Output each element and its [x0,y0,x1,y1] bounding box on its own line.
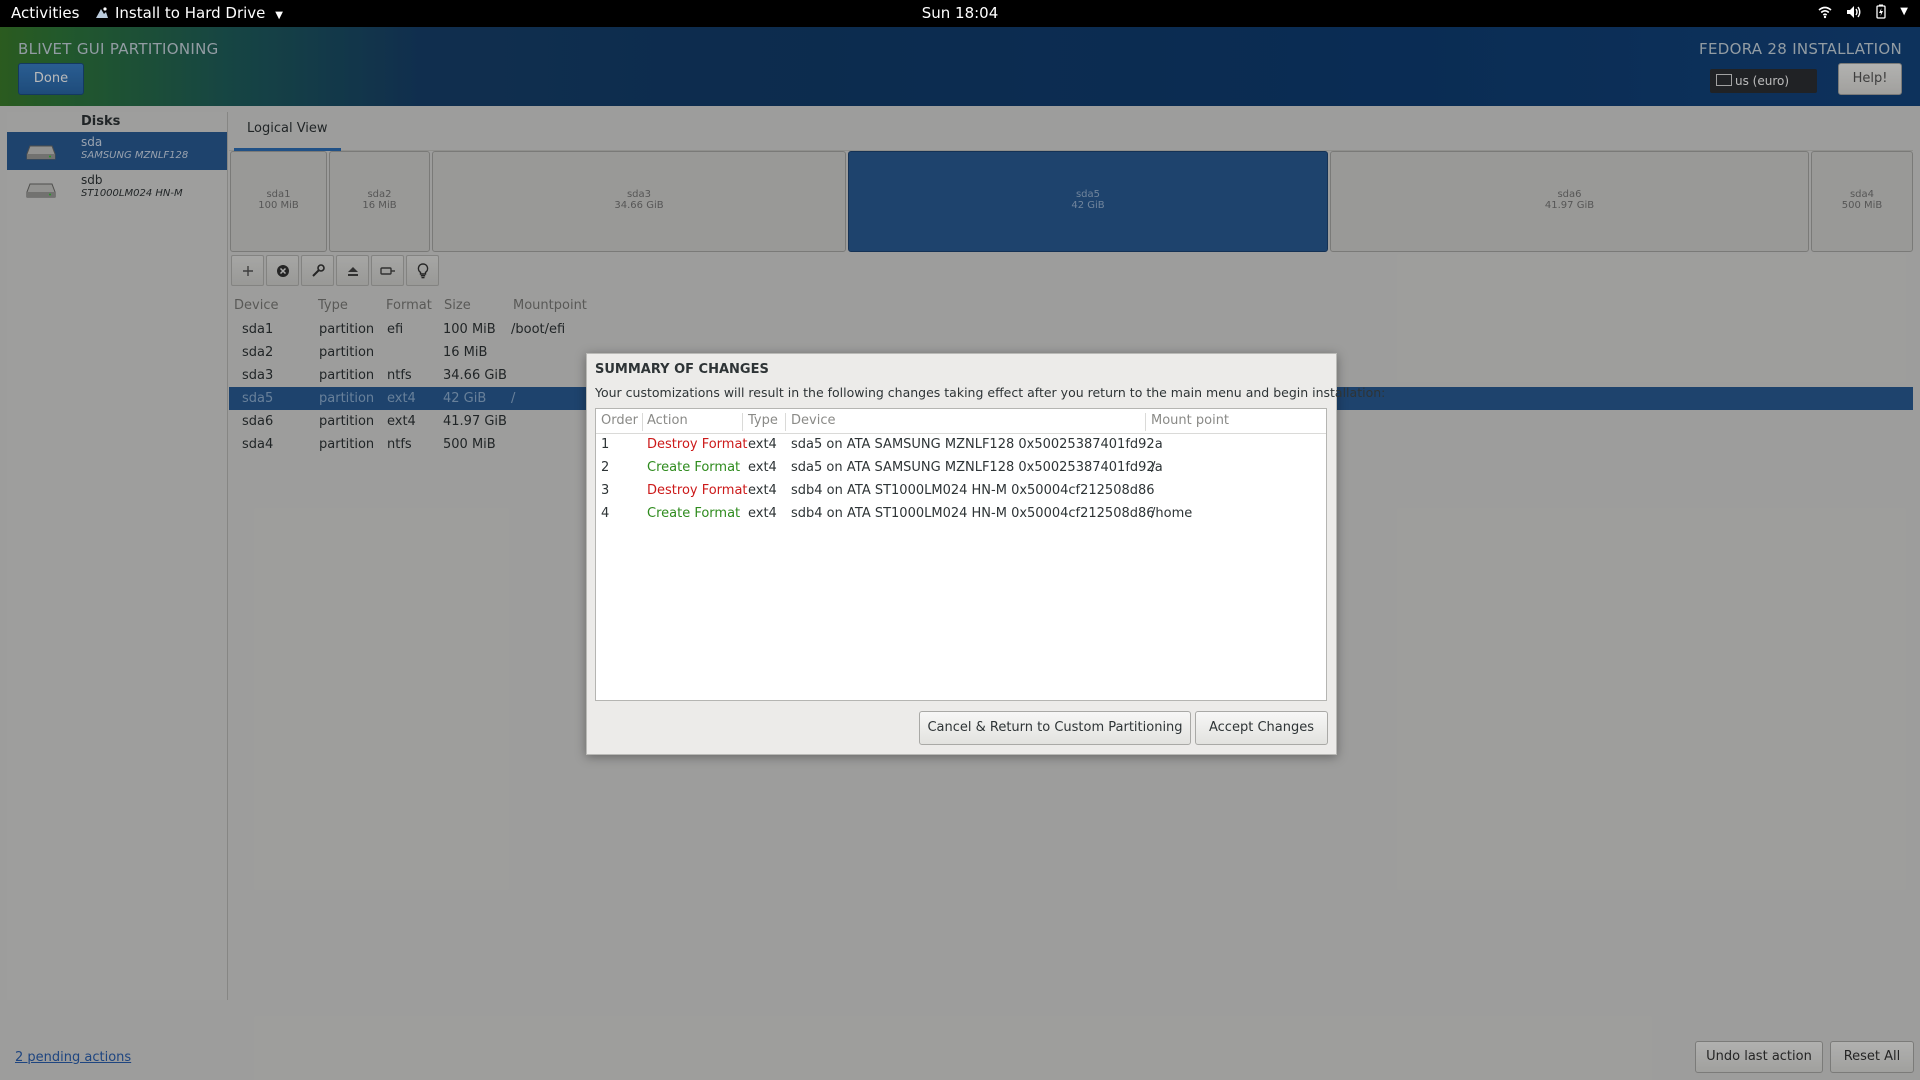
type-cell: ext4 [748,460,777,475]
action-cell: Create Format [647,460,741,475]
wifi-icon [1818,6,1832,18]
mount-point-cell: / [1151,460,1156,475]
app-menu[interactable]: Install to Hard Drive ▼ [95,4,283,22]
app-menu-label: Install to Hard Drive [115,4,266,22]
cancel-return-button[interactable]: Cancel & Return to Custom Partitioning [919,711,1191,745]
device-cell: sda5 on ATA SAMSUNG MZNLF128 0x500253874… [791,460,1163,475]
action-cell: Destroy Format [647,437,748,452]
action-cell: Create Format [647,506,741,521]
volume-icon [1847,5,1861,18]
activities-button[interactable]: Activities [11,4,79,22]
column-header-device[interactable]: Device [786,413,1146,431]
clock-container: Sun 18:04 [0,4,1920,22]
device-cell: sdb4 on ATA ST1000LM024 HN-M 0x50004cf21… [791,483,1155,498]
accept-changes-button[interactable]: Accept Changes [1195,711,1328,745]
installer-icon [96,7,108,18]
chevron-down-icon: ▼ [275,10,283,21]
order-cell: 3 [601,483,610,498]
change-row[interactable]: 2 Create Format ext4 sda5 on ATA SAMSUNG… [596,457,1326,480]
column-header-action[interactable]: Action [642,413,743,431]
battery-icon [1876,4,1886,19]
device-cell: sda5 on ATA SAMSUNG MZNLF128 0x500253874… [791,437,1163,452]
change-row[interactable]: 4 Create Format ext4 sdb4 on ATA ST1000L… [596,503,1326,526]
type-cell: ext4 [748,506,777,521]
clock[interactable]: Sun 18:04 [922,4,999,22]
change-row[interactable]: 1 Destroy Format ext4 sda5 on ATA SAMSUN… [596,434,1326,457]
device-cell: sdb4 on ATA ST1000LM024 HN-M 0x50004cf21… [791,506,1155,521]
changes-table: Order Action Type Device Mount point 1 D… [595,408,1327,701]
order-cell: 2 [601,460,610,475]
order-cell: 4 [601,506,610,521]
change-row[interactable]: 3 Destroy Format ext4 sdb4 on ATA ST1000… [596,480,1326,503]
action-cell: Destroy Format [647,483,748,498]
mount-point-cell: /home [1151,506,1193,521]
system-tray[interactable]: ▼ [1818,4,1908,19]
column-header-mount-point[interactable]: Mount point [1146,413,1321,431]
summary-of-changes-dialog: SUMMARY OF CHANGES Your customizations w… [586,353,1385,755]
dialog-title: SUMMARY OF CHANGES [595,362,769,377]
changes-table-header: Order Action Type Device Mount point [596,409,1326,434]
type-cell: ext4 [748,437,777,452]
chevron-down-icon: ▼ [1900,6,1908,17]
column-header-type[interactable]: Type [743,413,786,431]
order-cell: 1 [601,437,610,452]
type-cell: ext4 [748,483,777,498]
dialog-message: Your customizations will result in the f… [595,385,1386,400]
column-header-order[interactable]: Order [596,413,643,431]
gnome-top-bar: Activities Install to Hard Drive ▼ Sun 1… [0,0,1920,27]
